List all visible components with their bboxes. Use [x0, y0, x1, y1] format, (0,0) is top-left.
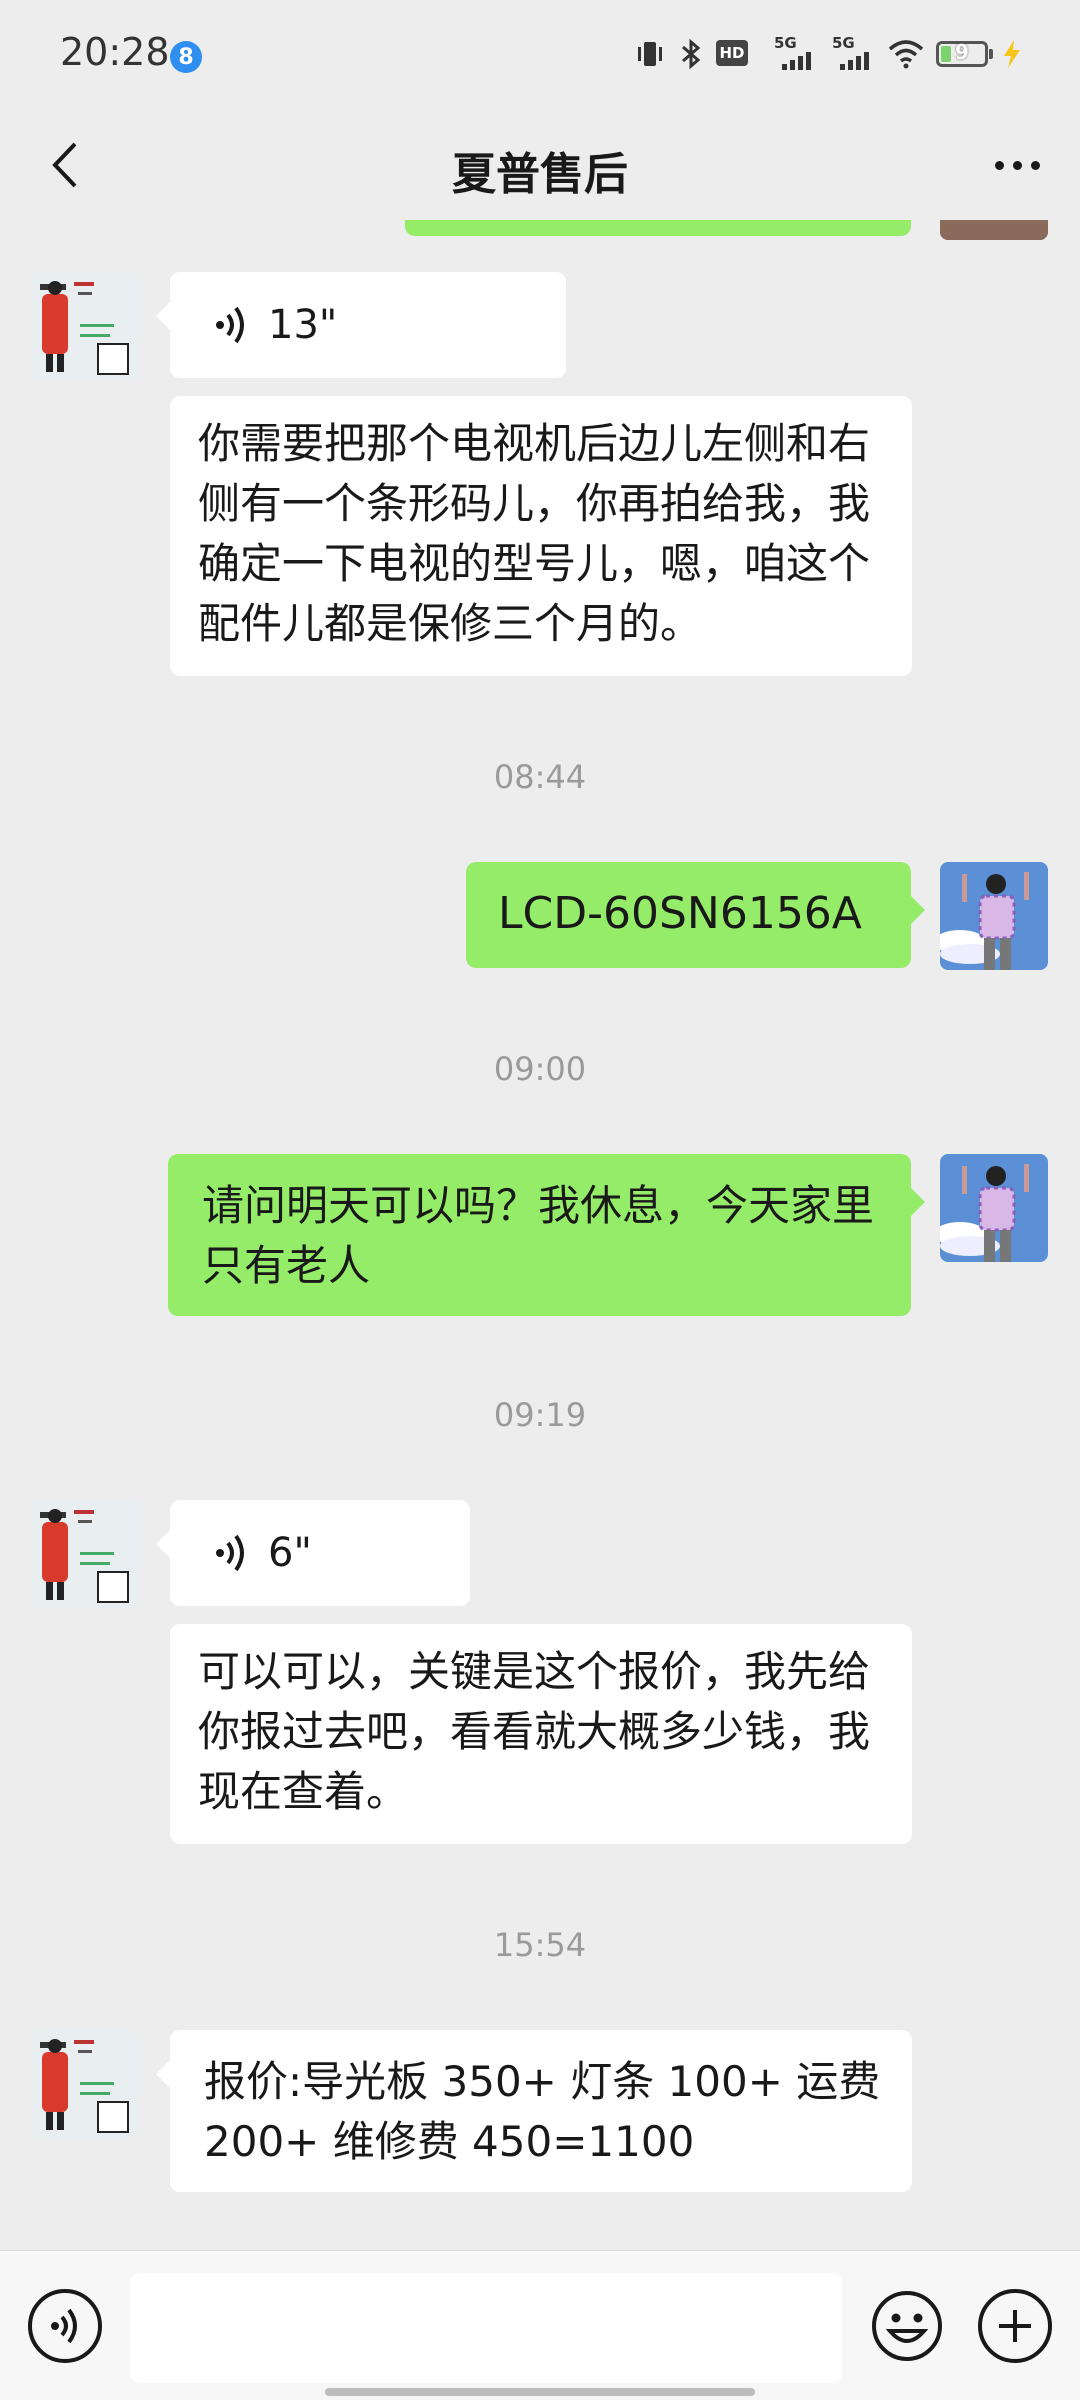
voice-wave-icon	[216, 306, 244, 344]
status-icons: HD 5G 5G 9	[634, 34, 1024, 72]
previous-message-bubble[interactable]	[405, 220, 911, 236]
more-icon	[994, 160, 1004, 170]
5g-signal-icon: 5G	[830, 34, 876, 72]
wifi-icon	[888, 40, 924, 69]
nav-bar: 夏普售后	[0, 110, 1080, 220]
voice-message-bubble[interactable]: 13"	[156, 272, 566, 378]
voice-mode-icon	[51, 2308, 77, 2344]
home-indicator[interactable]	[325, 2388, 755, 2396]
timestamp: 15:54	[493, 1926, 587, 1964]
chat-title: 夏普售后	[452, 149, 628, 200]
bluetooth-icon	[682, 38, 701, 70]
voice-duration: 13"	[268, 302, 338, 348]
contact-avatar[interactable]	[32, 2030, 140, 2138]
hd-icon: HD	[716, 36, 760, 72]
timestamp: 09:19	[493, 1396, 587, 1434]
timestamp: 09:00	[493, 1050, 587, 1088]
message-bubble-received[interactable]: 报价:导光板 350+ 灯条 100+ 运费 200+ 维修费 450=1100	[156, 2030, 912, 2192]
notification-badge: 8	[170, 41, 202, 73]
status-time: 20:28	[60, 30, 170, 74]
timestamp: 08:44	[493, 758, 587, 796]
message-text: 可以可以，关键是这个报价，我先给你报过去吧，看看就大概多少钱，我现在查着。	[198, 1647, 871, 1816]
message-text: 报价:导光板 350+ 灯条 100+ 运费 200+ 维修费 450=1100	[204, 2057, 881, 2166]
voice-mode-button[interactable]	[28, 2289, 102, 2363]
my-avatar[interactable]	[940, 862, 1048, 970]
message-bubble-received[interactable]: 可以可以，关键是这个报价，我先给你报过去吧，看看就大概多少钱，我现在查着。	[170, 1624, 912, 1844]
voice-message-bubble[interactable]: 6"	[156, 1500, 470, 1606]
plus-button[interactable]	[978, 2289, 1052, 2363]
message-bubble-sent[interactable]: 请问明天可以吗？我休息，今天家里只有老人	[168, 1154, 925, 1316]
message-bubble-sent[interactable]: LCD-60SN6156A	[466, 862, 925, 968]
status-bar: 20:28 8 HD 5G 5G 9	[0, 0, 1080, 110]
chat-area[interactable]: 13" 你需要把那个电视机后边儿左侧和右侧有一个条形码儿，你再拍给我，我确定一下…	[0, 220, 1080, 2250]
contact-avatar[interactable]	[32, 272, 140, 380]
message-text: 请问明天可以吗？我休息，今天家里只有老人	[202, 1181, 875, 1290]
my-avatar[interactable]	[940, 220, 1048, 240]
message-text: LCD-60SN6156A	[498, 888, 862, 939]
voice-wave-icon	[216, 1534, 244, 1572]
my-avatar[interactable]	[940, 1154, 1048, 1262]
message-text: 你需要把那个电视机后边儿左侧和右侧有一个条形码儿，你再拍给我，我确定一下电视的型…	[198, 419, 871, 648]
charging-icon	[1004, 40, 1020, 68]
voice-duration: 6"	[268, 1530, 312, 1576]
contact-avatar[interactable]	[32, 1500, 140, 1608]
message-bubble-received[interactable]: 你需要把那个电视机后边儿左侧和右侧有一个条形码儿，你再拍给我，我确定一下电视的型…	[170, 396, 912, 676]
input-bar	[0, 2250, 1080, 2400]
message-input[interactable]	[130, 2273, 842, 2383]
more-button[interactable]	[982, 130, 1052, 200]
emoji-button[interactable]	[870, 2289, 944, 2363]
vibrate-icon	[638, 42, 662, 66]
5g-signal-icon: 5G	[772, 34, 818, 72]
battery-icon: 9	[936, 40, 993, 67]
